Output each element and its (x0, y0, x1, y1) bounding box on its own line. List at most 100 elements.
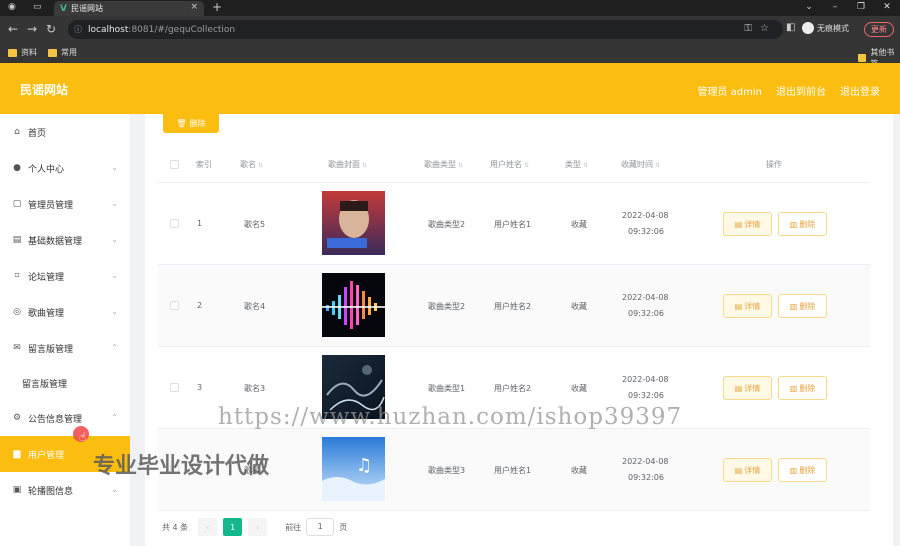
user-icon: ● (13, 163, 21, 173)
bookmark-folder-changyong[interactable]: 常用 (48, 47, 77, 58)
row-checkbox[interactable] (170, 301, 179, 310)
forward-icon[interactable]: → (27, 22, 37, 36)
sort-icon[interactable]: ⇅ (524, 162, 529, 169)
reload-icon[interactable]: ↻ (46, 22, 56, 36)
header-links: 管理员 admin 退出到前台 退出登录 (697, 83, 880, 98)
back-icon[interactable]: ← (8, 22, 18, 36)
cell-genre: 歌曲类型2 (428, 220, 466, 229)
delete-button[interactable]: ▥ 删除 (778, 376, 827, 400)
logout-link[interactable]: 退出登录 (840, 83, 880, 98)
cell-genre: 歌曲类型3 (428, 466, 466, 475)
bookmark-label: 常用 (61, 48, 77, 57)
url-host: localhost (88, 24, 129, 35)
detail-button[interactable]: ▤ 详情 (723, 294, 772, 318)
sort-icon[interactable]: ⇅ (258, 162, 263, 169)
sidebar-item-admin-management[interactable]: ▢ 管理员管理 ⌄ (0, 186, 130, 222)
sidebar-item-songs[interactable]: ◎ 歌曲管理 ⌄ (0, 294, 130, 330)
cell-date: 2022-04-08 (622, 375, 669, 384)
chevron-down-icon: ⌄ (111, 163, 118, 172)
sidebar-item-forum[interactable]: ⌗ 论坛管理 ⌄ (0, 258, 130, 294)
prev-page-button[interactable]: ‹ (198, 518, 218, 536)
row-checkbox[interactable] (170, 219, 179, 228)
cell-index: 2 (197, 301, 203, 310)
delete-label: 删除 (799, 219, 816, 229)
delete-button[interactable]: ▥ 删除 (778, 212, 827, 236)
cell-song-name: 歌名3 (244, 384, 266, 393)
briefcase-icon: ▣ (12, 485, 22, 495)
sidebar-item-label: 基础数据管理 (28, 236, 83, 247)
detail-button[interactable]: ▤ 详情 (723, 376, 772, 400)
sidebar-subitem-guestbook[interactable]: 留言版管理 (0, 366, 130, 400)
sidebar-toggle-icon[interactable]: ◧ (786, 22, 795, 33)
bookmark-folder-ziliao[interactable]: 资料 (8, 47, 37, 58)
browser-tab[interactable]: V 民谣网站 × (54, 1, 204, 16)
globe-icon[interactable]: ◉ (8, 2, 16, 12)
new-tab-icon[interactable]: + (212, 0, 222, 14)
browser-tabbar: ◉ ▭ V 民谣网站 × + ⌄ – ❐ ✕ (0, 0, 900, 16)
compass-icon: ◎ (13, 307, 21, 317)
row-checkbox[interactable] (170, 383, 179, 392)
sort-icon[interactable]: ⇅ (583, 162, 588, 169)
next-page-button[interactable]: › (248, 518, 268, 536)
col-label: 歌名 (240, 160, 256, 169)
star-icon[interactable]: ⚿☆ (744, 23, 777, 34)
site-title: 民谣网站 (20, 83, 69, 97)
col-label: 歌曲类型 (424, 160, 456, 169)
watermark-text: 专业毕业设计代做 (93, 454, 270, 479)
trash-icon: ▥ (789, 465, 798, 475)
sidebar-item-personal-center[interactable]: ● 个人中心 ⌄ (0, 150, 130, 186)
select-all-checkbox[interactable] (170, 160, 179, 169)
close-window-icon[interactable]: ✕ (874, 0, 900, 14)
detail-button[interactable]: ▤ 详情 (723, 212, 772, 236)
update-button[interactable]: 更新 (864, 22, 894, 37)
cell-time: 09:32:06 (628, 473, 664, 482)
sidebar-item-announcements[interactable]: ⚙ 公告信息管理 ⌃ (0, 400, 130, 436)
col-user-name[interactable]: 用户姓名 ⇅ (490, 159, 529, 170)
folder-icon (858, 54, 867, 62)
sort-icon[interactable]: ⇅ (655, 162, 660, 169)
site-info-icon[interactable]: ⓘ (74, 24, 82, 35)
page-number-button[interactable]: 1 (223, 518, 243, 536)
content-panel: 🗑 删除 索引 歌名 ⇅ 歌曲封面 ⇅ 歌曲类型 ⇅ 用户姓名 ⇅ 类型 ⇅ 收藏时间 ⇅ 操… (145, 114, 893, 546)
sort-icon[interactable]: ⇅ (362, 162, 367, 169)
song-cover-image (322, 273, 385, 337)
delete-button[interactable]: ▥ 删除 (778, 458, 827, 482)
sort-icon[interactable]: ⇅ (458, 162, 463, 169)
incognito-indicator[interactable]: 无痕模式 (802, 22, 849, 34)
col-type[interactable]: 类型 ⇅ (565, 159, 588, 170)
batch-delete-button[interactable]: 🗑 删除 (163, 114, 219, 133)
total-count: 共 4 条 (162, 522, 189, 532)
cell-genre: 歌曲类型1 (428, 384, 466, 393)
app-header: 民谣网站 管理员 admin 退出到前台 退出登录 (0, 63, 900, 114)
chevron-down-icon[interactable]: ⌄ (796, 0, 822, 14)
delete-button[interactable]: ▥ 删除 (778, 294, 827, 318)
col-cover[interactable]: 歌曲封面 ⇅ (328, 159, 367, 170)
col-label: 歌曲封面 (328, 160, 360, 169)
window-controls: ⌄ – ❐ ✕ (796, 0, 900, 14)
close-tab-icon[interactable]: × (190, 2, 198, 12)
hand-cursor-icon: ☝ (79, 430, 87, 444)
restore-icon[interactable]: ❐ (848, 0, 874, 14)
sidebar-item-basic-data[interactable]: ▤ 基础数据管理 ⌄ (0, 222, 130, 258)
cell-date: 2022-04-08 (622, 211, 669, 220)
col-genre[interactable]: 歌曲类型 ⇅ (424, 159, 463, 170)
col-collect-time[interactable]: 收藏时间 ⇅ (621, 159, 660, 170)
tab-strip-icon[interactable]: ▭ (33, 2, 42, 12)
exit-to-frontend-link[interactable]: 退出到前台 (776, 83, 826, 98)
doc-icon: ▆ (13, 449, 21, 459)
svg-text:♫: ♫ (356, 455, 372, 476)
url-field[interactable]: ⓘ localhost:8081/#/gequCollection ⚿☆ (68, 20, 783, 39)
sidebar-item-guestbook[interactable]: ✉ 留言版管理 ⌃ (0, 330, 130, 366)
sidebar-item-label: 首页 (28, 128, 47, 139)
home-icon: ⌂ (14, 127, 20, 137)
sidebar-item-label: 个人中心 (28, 164, 65, 175)
sidebar-item-label: 用户管理 (28, 450, 65, 461)
col-actions: 操作 (766, 160, 782, 169)
minimize-icon[interactable]: – (822, 0, 848, 14)
detail-button[interactable]: ▤ 详情 (723, 458, 772, 482)
watermark-url: https://www.huzhan.com/ishop39397 (218, 404, 683, 430)
col-song-name[interactable]: 歌名 ⇅ (240, 159, 263, 170)
goto-page-input[interactable]: 1 (306, 518, 335, 536)
sidebar-item-home[interactable]: ⌂ 首页 (0, 114, 130, 150)
col-index: 索引 (196, 160, 212, 169)
